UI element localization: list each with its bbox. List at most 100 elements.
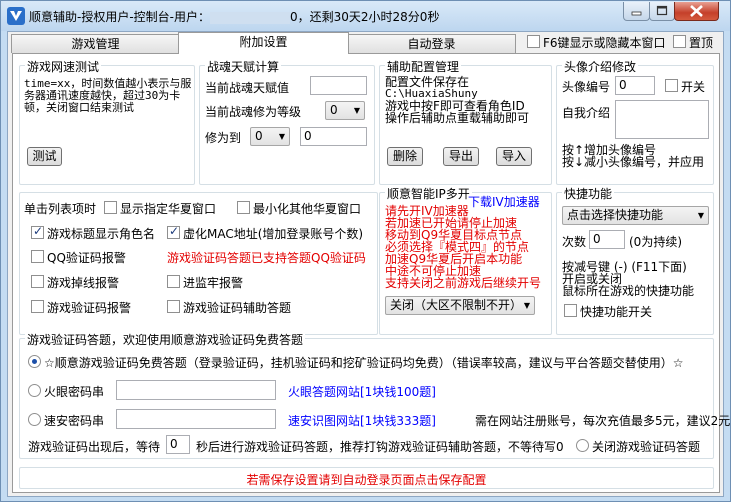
target-soul-value-input[interactable]: 0: [300, 127, 367, 146]
avatar-switch-checkbox[interactable]: [665, 79, 678, 92]
qq-captcha-alarm-label: QQ验证码报警: [47, 251, 126, 265]
close-icon: [690, 5, 703, 17]
minimize-others-checkbox[interactable]: [237, 201, 250, 214]
virtual-mac-label: 虚化MAC地址(增加登录账号个数): [183, 227, 364, 241]
shortcut-switch-checkbox[interactable]: [564, 304, 577, 317]
app-window: 顺意辅助-授权用户-控制台-用户： 0，还剩30天2小时28分0秒 游戏管理 附加…: [0, 0, 731, 502]
avatar-switch-label: 开关: [681, 80, 706, 94]
disconnect-alarm-checkbox[interactable]: [31, 275, 44, 288]
shortcut-hint-3: 鼠标所在游戏的快捷功能: [562, 284, 695, 298]
jail-alarm-label: 进监牢报警: [183, 276, 244, 290]
import-config-button[interactable]: 导入: [496, 147, 532, 166]
chevron-down-icon: ▼: [523, 301, 530, 310]
self-intro-label: 自我介绍: [562, 106, 611, 120]
battle-soul-group: 战魂天赋计算 当前战魂天赋值 当前战魂修为等级 0 ▼ 修为到 0 ▼ 0: [199, 58, 375, 185]
show-window-label: 显示指定华夏窗口: [120, 202, 217, 216]
pin-top-label: 置顶: [689, 36, 714, 50]
shortcut-switch-label: 快捷功能开关: [580, 305, 653, 319]
export-config-button[interactable]: 导出: [443, 147, 479, 166]
battle-soul-title: 战魂天赋计算: [205, 58, 282, 75]
speed-test-description: time=xx，时间数值越小表示与服务器通讯速度越快，超过30为卡顿，关闭窗口结…: [24, 77, 192, 114]
chevron-down-icon: ▼: [278, 132, 285, 141]
close-button[interactable]: [674, 2, 719, 21]
suan-password-input[interactable]: [116, 409, 276, 429]
f6-toggle-checkbox[interactable]: [527, 35, 540, 48]
huoyan-password-input[interactable]: [116, 380, 276, 400]
qq-captcha-alarm-checkbox[interactable]: [31, 250, 44, 263]
speed-test-title: 游戏网速测试: [25, 58, 102, 75]
maximize-icon: [656, 5, 668, 16]
title-role-name-checkbox[interactable]: [31, 224, 44, 239]
huoyan-radio[interactable]: [28, 384, 41, 397]
minimize-icon: [631, 11, 642, 16]
jail-alarm-checkbox[interactable]: [167, 275, 180, 288]
shortcut-count-input[interactable]: 0: [589, 230, 625, 249]
suan-register-note: 需在网站注册账号，每次充值最多5元，建议2元: [475, 414, 731, 428]
captcha-group: 游戏验证码答题，欢迎使用顺意游戏验证码免费答题 ☆顺意游戏验证码免费答题（登录验…: [19, 331, 730, 459]
app-logo-icon: [7, 7, 25, 25]
target-level-label: 修为到: [205, 131, 242, 145]
maximize-button[interactable]: [649, 2, 675, 21]
shortcut-group: 快捷功能 点击选择快捷功能 ▼ 次数 0 (0为持续) 按减号键 (-) (F11…: [556, 185, 714, 335]
suan-site-link[interactable]: 速安识图网站[1块钱333题]: [288, 412, 436, 429]
close-captcha-label: 关闭游戏验证码答题: [592, 440, 701, 454]
avatar-number-input[interactable]: 0: [615, 76, 655, 95]
single-click-label: 单击列表项时: [24, 202, 97, 216]
aux-config-group: 辅助配置管理 配置文件保存在 C:\HuaxiaShuny 游戏中按F即可查看角…: [379, 58, 552, 185]
delete-config-button[interactable]: 删除: [387, 147, 423, 166]
captcha-assist-checkbox[interactable]: [167, 300, 180, 313]
aux-config-title: 辅助配置管理: [385, 58, 462, 75]
huoyan-label: 火眼密码串: [44, 385, 105, 399]
self-intro-input[interactable]: [615, 100, 709, 139]
pin-top-checkbox[interactable]: [673, 35, 686, 48]
reload-hint: 操作后辅助点重载辅助即可: [385, 111, 530, 125]
captcha-title: 游戏验证码答题，欢迎使用顺意游戏验证码免费答题: [25, 331, 306, 348]
title-bar[interactable]: 顺意辅助-授权用户-控制台-用户： 0，还剩30天2小时28分0秒: [1, 1, 730, 31]
multi-step-7: 支持关闭之前游戏后继续开号: [385, 276, 542, 290]
target-level-select[interactable]: 0 ▼: [250, 127, 290, 146]
wait-seconds-input[interactable]: 0: [166, 435, 190, 454]
settings-panel: 游戏网速测试 time=xx，时间数值越小表示与服务器通讯速度越快，超过30为卡…: [12, 53, 730, 493]
tab-extra-settings[interactable]: 附加设置: [178, 32, 349, 54]
multi-open-title: 顺意智能IP多开: [385, 185, 472, 202]
chevron-down-icon: ▼: [353, 106, 360, 115]
current-soul-level-label: 当前战魂修为等级: [205, 105, 302, 119]
suan-radio[interactable]: [28, 413, 41, 426]
avatar-group: 头像介绍修改 头像编号 0 开关 自我介绍 按↑增加头像编号 按↓减小头像编号，…: [556, 58, 714, 185]
tab-auto-login[interactable]: 自动登录: [347, 34, 516, 53]
free-captcha-radio[interactable]: [28, 355, 41, 368]
avatar-number-label: 头像编号: [562, 80, 611, 94]
shortcut-select[interactable]: 点击选择快捷功能 ▼: [562, 206, 709, 225]
options-group: 单击列表项时 显示指定华夏窗口 最小化其他华夏窗口 游戏标题显示角色名 虚化MA…: [19, 192, 378, 335]
f6-toggle-label: F6键显示或隐藏本窗口: [543, 36, 666, 50]
redacted-username: [210, 11, 290, 24]
free-captcha-label: ☆顺意游戏验证码免费答题（登录验证码，挂机验证码和挖矿验证码均免费）（错误率较高…: [44, 356, 684, 370]
current-soul-level-select[interactable]: 0 ▼: [325, 101, 365, 120]
shortcut-count-label: 次数: [562, 235, 587, 249]
minimize-button[interactable]: [623, 2, 650, 21]
wait-prefix-label: 游戏验证码出现后，等待: [28, 440, 161, 454]
chevron-down-icon: ▼: [697, 211, 704, 220]
client-area: 游戏管理 附加设置 自动登录 F6键显示或隐藏本窗口 置顶 游戏网速测试 tim…: [7, 31, 730, 497]
speed-test-button[interactable]: 测试: [27, 147, 62, 166]
huoyan-site-link[interactable]: 火眼答题网站[1块钱100题]: [288, 383, 436, 400]
close-captcha-radio[interactable]: [576, 439, 589, 452]
shortcut-title: 快捷功能: [562, 185, 615, 202]
game-captcha-alarm-label: 游戏验证码报警: [47, 301, 132, 315]
show-window-checkbox[interactable]: [104, 201, 117, 214]
game-captcha-alarm-checkbox[interactable]: [31, 300, 44, 313]
footer-note-box: 若需保存设置请到自动登录页面点击保存配置: [19, 467, 714, 489]
minimize-others-label: 最小化其他华夏窗口: [253, 202, 362, 216]
multi-open-group: 顺意智能IP多开 下载IV加速器 请先开IV加速器 若加速已开始请停止加速 移动…: [379, 185, 552, 335]
title-role-name-label: 游戏标题显示角色名: [47, 227, 156, 241]
tab-game-manage[interactable]: 游戏管理: [11, 34, 180, 53]
virtual-mac-checkbox[interactable]: [167, 224, 180, 239]
multi-open-select[interactable]: 关闭（大区不限制不开） ▼: [385, 296, 535, 315]
current-soul-value-label: 当前战魂天赋值: [205, 81, 290, 95]
shortcut-count-hint: (0为持续): [629, 235, 682, 249]
download-accelerator-link[interactable]: 下载IV加速器: [468, 193, 540, 210]
avatar-decrease-hint: 按↓减小头像编号，并应用: [562, 155, 705, 169]
window-title: 顺意辅助-授权用户-控制台-用户： 0，还剩30天2小时28分0秒: [29, 10, 440, 24]
current-soul-value-input[interactable]: [310, 76, 367, 95]
suan-label: 速安密码串: [44, 414, 105, 428]
